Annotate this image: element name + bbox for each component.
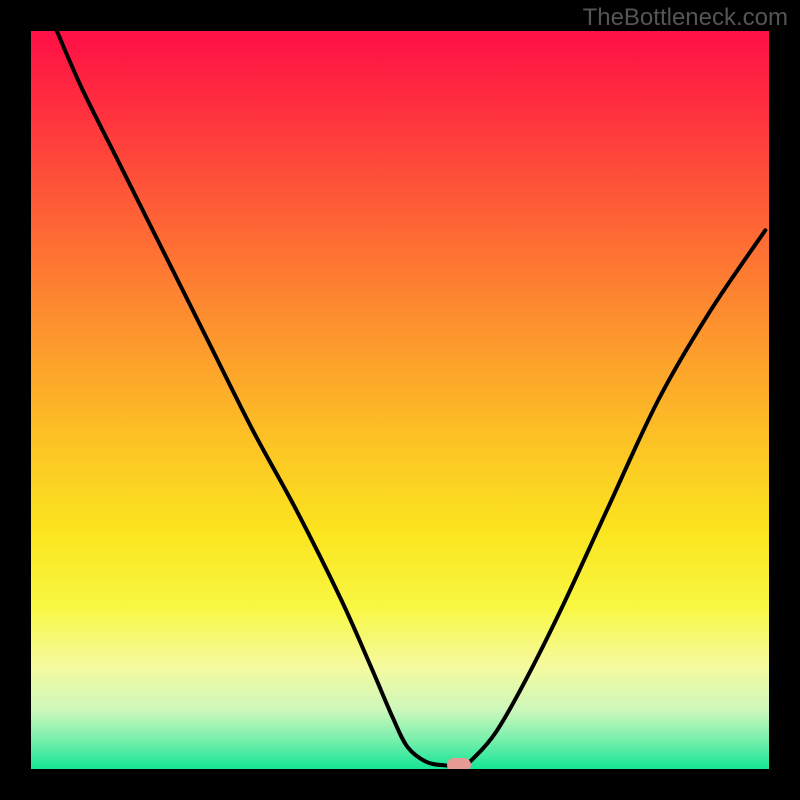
watermark-text: TheBottleneck.com (583, 4, 788, 32)
bottleneck-marker (447, 758, 471, 769)
curve-line (31, 31, 769, 769)
plot-area (31, 31, 769, 769)
